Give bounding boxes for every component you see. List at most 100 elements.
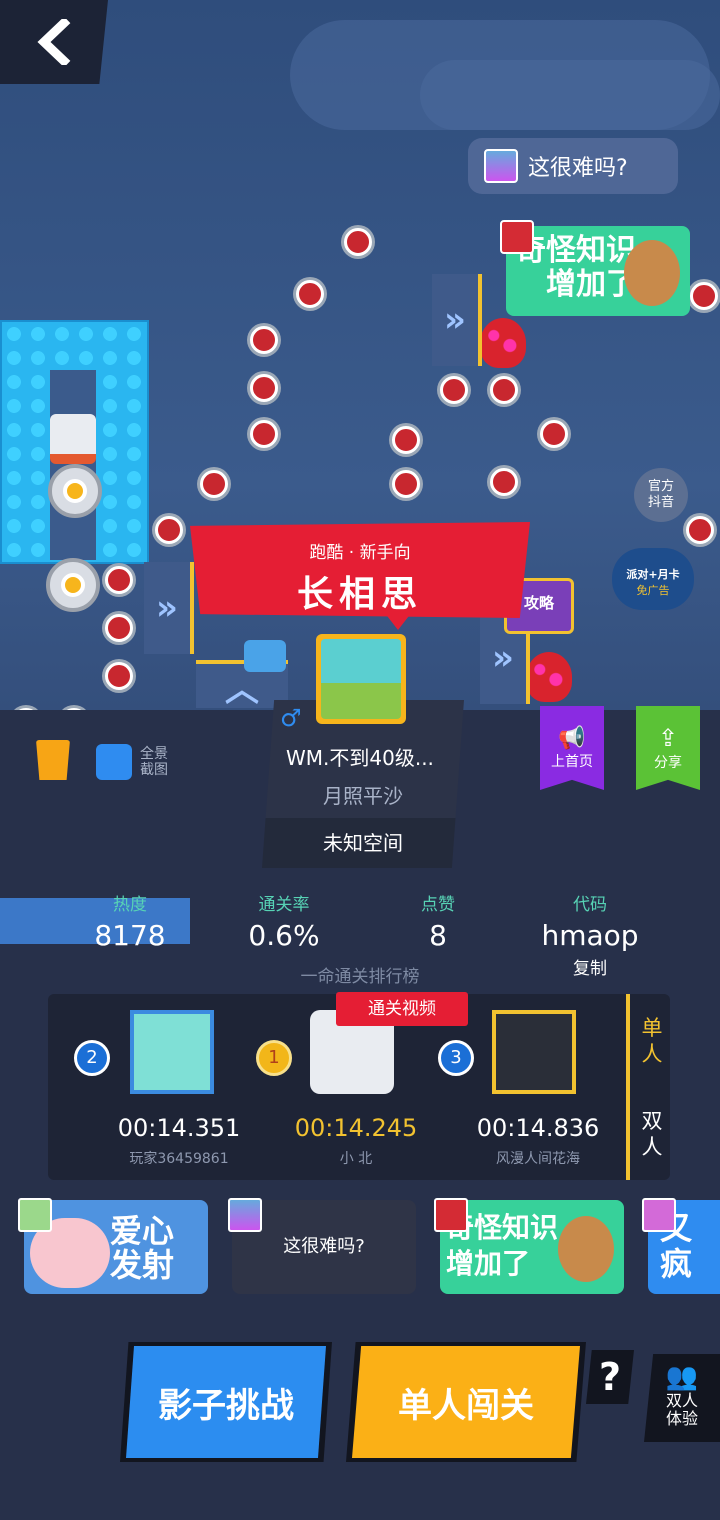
rank-badge: 1: [256, 1040, 292, 1076]
space-label: 未知空间: [262, 818, 464, 868]
tab-duo[interactable]: 双 人: [630, 1087, 674, 1180]
clear-video-button[interactable]: 通关视频: [336, 992, 468, 1026]
stat-value: 8: [429, 919, 447, 952]
clear-time: 00:14.351: [117, 1114, 241, 1142]
level-thumbnail[interactable]: [316, 634, 406, 724]
spike-ball: [250, 420, 278, 448]
level-thumbnail-image: [321, 639, 401, 719]
trash-icon[interactable]: [36, 740, 70, 780]
author-subtitle: 月照平沙: [323, 784, 403, 808]
share-label: 分享: [654, 755, 682, 771]
spike-ball: [686, 516, 714, 544]
megaphone-icon: 📢: [558, 725, 586, 751]
spike-ball: [105, 614, 133, 642]
blue-block-grid: [0, 320, 149, 564]
male-icon: ♂: [280, 704, 302, 732]
stat-likes: 点赞 8: [388, 890, 488, 952]
player-name: 风漫人间花海: [496, 1151, 580, 1167]
comment-text: 爱心 发射: [110, 1212, 175, 1284]
banner-pointer: [384, 612, 412, 630]
stat-heat: 热度 8178: [80, 890, 180, 952]
party-card-promo-button[interactable]: 派对+月卡 免广告: [612, 548, 694, 610]
spike-ball: [296, 280, 324, 308]
shadow-challenge-button-face[interactable]: 影子挑战: [126, 1346, 326, 1458]
stat-key: 通关率: [258, 895, 310, 915]
level-category: 跑酷 · 新手向: [309, 543, 411, 563]
spike-ball: [344, 228, 372, 256]
duo-experience-button[interactable]: 👥 双人 体验: [644, 1354, 720, 1442]
avatar: [130, 1010, 214, 1094]
monkey-icon: [558, 1216, 614, 1282]
gear-icon: [48, 464, 102, 518]
cloud: [420, 60, 720, 130]
commenter-avatar: [500, 220, 534, 254]
fan-icon: [244, 640, 286, 672]
single-play-label: 单人闯关: [398, 1385, 534, 1426]
stat-value: 0.6%: [248, 919, 320, 952]
official-label: 官方 抖音: [647, 479, 674, 510]
robot-icon: [50, 414, 96, 464]
mushroom-bouncer: [480, 318, 526, 368]
spike-ball: [392, 426, 420, 454]
leaderboard-title: 一命通关排行榜: [300, 967, 420, 987]
screenshot-label[interactable]: 全景 截图: [140, 746, 168, 778]
stat-key: 代码: [573, 895, 607, 915]
level-title-banner: 跑酷 · 新手向 长相思: [190, 522, 530, 618]
clear-time: 00:14.245: [294, 1114, 418, 1142]
homepage-label: 上首页: [551, 753, 593, 770]
single-play-button-face[interactable]: 单人闯关: [352, 1346, 580, 1458]
player-name: 玩家36459861: [129, 1151, 229, 1167]
spike-ball: [392, 470, 420, 498]
leaderboard-entry-3[interactable]: 3 00:14.836 风漫人间花海: [438, 1010, 618, 1168]
gear-icon: [46, 558, 100, 612]
promo-label: 派对+月卡: [626, 568, 680, 581]
tab-single[interactable]: 单 人: [630, 994, 674, 1087]
camera-icon[interactable]: [96, 744, 132, 780]
stat-value: 8178: [94, 919, 166, 952]
clear-time: 00:14.836: [476, 1114, 600, 1142]
stat-key: 热度: [113, 895, 147, 915]
spike-ball: [105, 566, 133, 594]
mushroom-bouncer: [526, 652, 572, 702]
commenter-avatar: [228, 1198, 262, 1232]
spike-ball: [540, 420, 568, 448]
two-people-icon: 👥: [665, 1362, 699, 1392]
author-card[interactable]: ♂ WM.不到40级... 月照平沙 未知空间: [262, 700, 464, 868]
level-code: hmaop: [541, 919, 639, 952]
commenter-avatar: [434, 1198, 468, 1232]
comment-text: 这很难吗?: [528, 156, 628, 181]
promo-sub: 免广告: [636, 584, 670, 597]
official-douyin-button[interactable]: 官方 抖音: [634, 468, 688, 522]
share-icon: ⇪: [657, 724, 679, 752]
commenter-avatar: [642, 1198, 676, 1232]
share-button[interactable]: ⇪ 分享: [636, 706, 700, 790]
leaderboard-entry-1[interactable]: 1 00:14.245 小 北: [256, 1010, 436, 1168]
author-name: WM.不到40级...: [286, 746, 434, 770]
homepage-button[interactable]: 📢 上首页: [540, 706, 604, 790]
commenter-avatar: [484, 149, 518, 183]
rank-badge: 2: [74, 1040, 110, 1076]
commenter-avatar: [18, 1198, 52, 1232]
stat-clear-rate: 通关率 0.6%: [234, 890, 334, 952]
spike-ball: [490, 376, 518, 404]
avatar: [492, 1010, 576, 1094]
spike-ball: [440, 376, 468, 404]
mode-tabs: 单 人 双 人: [626, 994, 674, 1180]
duo-label: 双人 体验: [665, 1391, 698, 1428]
spike-ball: [250, 326, 278, 354]
monkey-icon: [624, 240, 680, 306]
back-button[interactable]: [0, 0, 108, 84]
speed-arrow-pad: »: [144, 562, 194, 654]
stat-key: 点赞: [421, 895, 455, 915]
spike-ball: [105, 662, 133, 690]
spike-ball: [490, 468, 518, 496]
spike-ball: [200, 470, 228, 498]
comment-bubble[interactable]: 这很难吗?: [468, 138, 678, 194]
spike-ball: [690, 282, 718, 310]
help-button[interactable]: ?: [586, 1350, 634, 1404]
shadow-challenge-label: 影子挑战: [158, 1385, 294, 1426]
leaderboard-entry-2[interactable]: 2 00:14.351 玩家36459861: [74, 1010, 254, 1168]
spike-ball: [250, 374, 278, 402]
player-name: 小 北: [339, 1151, 373, 1167]
rank-badge: 3: [438, 1040, 474, 1076]
